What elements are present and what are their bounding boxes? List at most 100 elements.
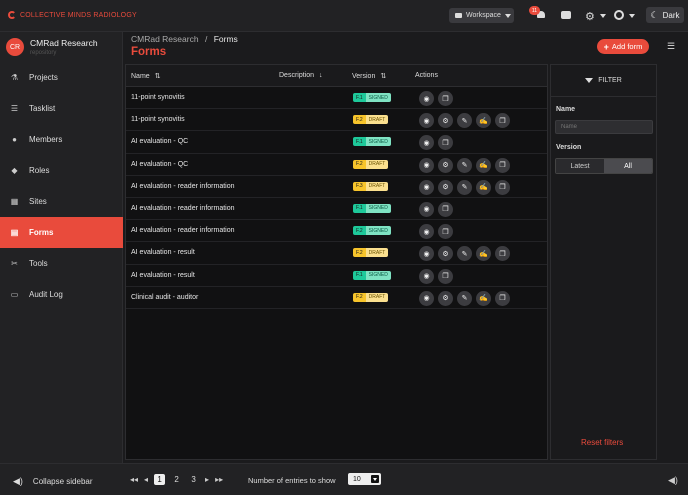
row-actions: ◉ ⚙ ✎ ✍ ❐ bbox=[419, 246, 510, 262]
table-row[interactable]: AI evaluation - reader information F.3 DRA… bbox=[126, 176, 547, 198]
reset-filters-link[interactable]: Reset filters bbox=[581, 438, 623, 447]
table-row[interactable]: 11-point synovitis F.2 DRAFT ◉ ⚙ ✎ ✍ ❐ bbox=[126, 109, 547, 132]
sign-icon[interactable]: ✍ bbox=[476, 290, 491, 306]
version-status: SIGNED bbox=[365, 203, 391, 213]
table-row[interactable]: AI evaluation - QC F.1 SIGNED ◉ ❐ bbox=[126, 131, 547, 154]
version-number: F.1 bbox=[353, 203, 366, 213]
next-page-icon[interactable]: ▸ bbox=[205, 475, 209, 484]
form-name: AI evaluation - reader information bbox=[131, 227, 235, 235]
version-filter-label: Version bbox=[556, 144, 582, 151]
table-row[interactable]: Clinical audit - auditor F.2 DRAFT ◉ ⚙ ✎ ✍ ❐ bbox=[126, 287, 547, 309]
version-option-all[interactable]: All bbox=[604, 159, 652, 173]
gear-icon[interactable]: ⚙ bbox=[438, 157, 453, 173]
edit-icon[interactable]: ✎ bbox=[457, 113, 472, 129]
table-row[interactable]: AI evaluation - reader information F.2 SIG… bbox=[126, 220, 547, 243]
edit-icon[interactable]: ✎ bbox=[457, 290, 472, 306]
column-header-version[interactable]: Version ⇅ bbox=[352, 72, 387, 81]
list-view-icon[interactable]: ☰ bbox=[667, 41, 675, 52]
view-icon[interactable]: ◉ bbox=[419, 224, 434, 240]
chevron-down-icon bbox=[504, 13, 511, 18]
settings-gear-icon[interactable]: ⚙ bbox=[585, 10, 595, 23]
previous-page-icon[interactable]: ◂ bbox=[144, 475, 148, 484]
column-header-name[interactable]: Name ⇅ bbox=[131, 72, 161, 81]
view-icon[interactable]: ◉ bbox=[419, 135, 434, 151]
view-icon[interactable]: ◉ bbox=[419, 157, 434, 173]
filter-header[interactable]: FILTER bbox=[551, 65, 656, 97]
table-row[interactable]: AI evaluation - result F.2 DRAFT ◉ ⚙ ✎ ✍ ❐ bbox=[126, 242, 547, 265]
copy-icon[interactable]: ❐ bbox=[495, 157, 510, 173]
sign-icon[interactable]: ✍ bbox=[476, 246, 491, 262]
chevron-down-icon[interactable] bbox=[600, 14, 606, 18]
sign-icon[interactable]: ✍ bbox=[476, 113, 491, 129]
edit-icon[interactable]: ✎ bbox=[457, 179, 472, 195]
copy-icon[interactable]: ❐ bbox=[495, 290, 510, 306]
column-header-description[interactable]: Description ↓ bbox=[279, 72, 323, 79]
column-actions-label: Actions bbox=[415, 72, 438, 79]
sidebar-item-sites[interactable]: ▦ Sites bbox=[0, 186, 123, 217]
gear-icon[interactable]: ⚙ bbox=[438, 113, 453, 129]
brand-logo[interactable]: COLLECTIVE MINDS RADIOLOGY bbox=[8, 11, 137, 19]
gear-icon[interactable]: ⚙ bbox=[438, 246, 453, 262]
version-badge: F.1 SIGNED bbox=[353, 137, 391, 147]
version-option-latest[interactable]: Latest bbox=[556, 159, 604, 173]
list-icon: ☰ bbox=[10, 104, 19, 113]
sidebar-item-tools[interactable]: ✂ Tools bbox=[0, 248, 123, 279]
sign-icon[interactable]: ✍ bbox=[476, 179, 491, 195]
name-filter-input[interactable] bbox=[555, 120, 653, 134]
copy-icon[interactable]: ❐ bbox=[495, 113, 510, 129]
page-2[interactable]: 2 bbox=[171, 474, 182, 485]
table-row[interactable]: AI evaluation - QC F.2 DRAFT ◉ ⚙ ✎ ✍ ❐ bbox=[126, 154, 547, 176]
sign-icon[interactable]: ✍ bbox=[476, 157, 491, 173]
sidebar-item-forms[interactable]: ▤ Forms bbox=[0, 217, 123, 248]
gear-icon[interactable]: ⚙ bbox=[438, 290, 453, 306]
copy-icon[interactable]: ❐ bbox=[438, 91, 453, 106]
first-page-icon[interactable]: ◂◂ bbox=[130, 475, 138, 484]
version-number: F.3 bbox=[353, 181, 366, 191]
view-icon[interactable]: ◉ bbox=[419, 268, 434, 284]
page-3[interactable]: 3 bbox=[188, 474, 199, 485]
collapse-sidebar-button[interactable]: ◀) Collapse sidebar bbox=[13, 476, 93, 487]
view-icon[interactable]: ◉ bbox=[419, 113, 434, 129]
breadcrumb-parent[interactable]: CMRad Research bbox=[131, 34, 199, 44]
theme-toggle-button[interactable]: ☾ Dark bbox=[646, 7, 684, 23]
table-row[interactable]: AI evaluation - result F.1 SIGNED ◉ ❐ bbox=[126, 265, 547, 287]
messages-icon[interactable] bbox=[561, 11, 571, 19]
user-account-icon[interactable] bbox=[614, 10, 624, 20]
view-icon[interactable]: ◉ bbox=[419, 246, 434, 262]
sort-icon: ⇅ bbox=[380, 73, 387, 80]
table-row[interactable]: 11-point synovitis F.1 SIGNED ◉ ❐ bbox=[126, 87, 547, 110]
sidebar-item-members[interactable]: ● Members bbox=[0, 124, 123, 155]
sidebar-item-audit-log[interactable]: ▭ Audit Log bbox=[0, 279, 123, 310]
view-icon[interactable]: ◉ bbox=[419, 290, 434, 306]
copy-icon[interactable]: ❐ bbox=[438, 201, 453, 217]
add-form-label: Add form bbox=[611, 42, 643, 51]
version-number: F.2 bbox=[353, 115, 366, 125]
gear-icon[interactable]: ⚙ bbox=[438, 179, 453, 195]
sidebar-item-roles[interactable]: ◆ Roles bbox=[0, 155, 123, 186]
copy-icon[interactable]: ❐ bbox=[495, 246, 510, 262]
edit-icon[interactable]: ✎ bbox=[457, 157, 472, 173]
copy-icon[interactable]: ❐ bbox=[438, 268, 453, 284]
sidebar-item-tasklist[interactable]: ☰ Tasklist bbox=[0, 93, 123, 124]
copy-icon[interactable]: ❐ bbox=[495, 179, 510, 195]
organization-header[interactable]: CR CMRad Research repository bbox=[6, 38, 98, 56]
edit-icon[interactable]: ✎ bbox=[457, 246, 472, 262]
view-icon[interactable]: ◉ bbox=[419, 179, 434, 195]
view-icon[interactable]: ◉ bbox=[419, 91, 434, 106]
entries-select[interactable]: 10 bbox=[348, 473, 381, 485]
table-row[interactable]: AI evaluation - reader information F.1 SIG… bbox=[126, 198, 547, 221]
copy-icon[interactable]: ❐ bbox=[438, 224, 453, 240]
form-name: 11-point synovitis bbox=[131, 116, 185, 124]
view-icon[interactable]: ◉ bbox=[419, 201, 434, 217]
user-icon: ● bbox=[12, 135, 17, 144]
entries-label: Number of entries to show bbox=[248, 476, 336, 485]
add-form-button[interactable]: + Add form bbox=[597, 39, 649, 54]
chevron-down-icon[interactable] bbox=[629, 14, 635, 18]
copy-icon[interactable]: ❐ bbox=[438, 135, 453, 151]
pagination: ◂◂ ◂ 1 2 3 ▸ ▸▸ bbox=[130, 474, 223, 485]
page-1[interactable]: 1 bbox=[154, 474, 166, 485]
workspace-select[interactable]: Workspace bbox=[449, 8, 514, 23]
sidebar-item-projects[interactable]: ⚗ Projects bbox=[0, 62, 123, 93]
collapse-panel-icon[interactable]: ◀) bbox=[668, 475, 678, 486]
last-page-icon[interactable]: ▸▸ bbox=[215, 475, 223, 484]
